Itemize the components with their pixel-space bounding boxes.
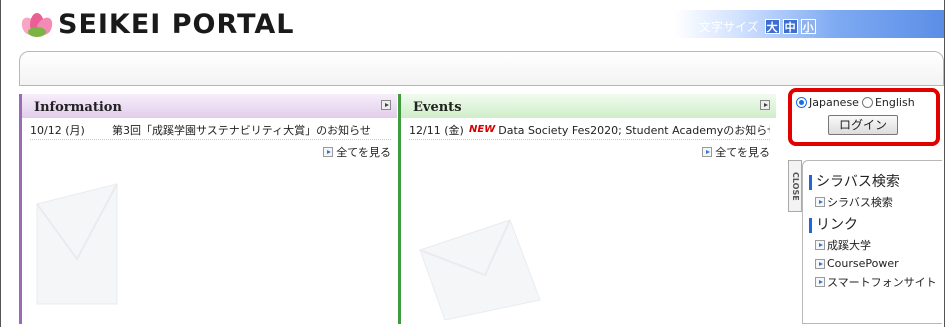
information-list-item[interactable]: 10/12 (月) 第3回「成蹊学園サステナビリティ大賞」のお知らせ <box>30 120 391 140</box>
header: SEIKEI PORTAL 文字サイズ 大 中 小 <box>2 0 944 45</box>
events-item-date: 12/11 (金) <box>409 123 464 137</box>
close-side-menu-tab[interactable]: CLOSE <box>788 160 802 212</box>
english-label[interactable]: English <box>875 96 915 109</box>
logo-text: SEIKEI PORTAL <box>58 9 295 40</box>
information-expand-icon[interactable] <box>381 100 391 110</box>
links-heading: リンク <box>809 218 942 233</box>
events-item-title[interactable]: Data Society Fes2020; Student Academyのお知… <box>498 122 770 138</box>
envelope-watermark-icon <box>36 183 118 305</box>
information-see-all-label: 全てを見る <box>336 146 391 159</box>
events-panel: Events 12/11 (金) NEW Data Society Fes202… <box>398 94 776 324</box>
events-expand-icon[interactable] <box>760 100 770 110</box>
information-title: Information <box>34 100 122 115</box>
seikei-university-link[interactable]: 成蹊大学 <box>815 237 942 253</box>
font-size-medium-button[interactable]: 中 <box>782 19 798 34</box>
english-radio[interactable] <box>861 97 873 108</box>
login-box: Japanese English ログイン <box>788 88 940 146</box>
login-button[interactable]: ログイン <box>828 115 898 135</box>
arrow-right-icon <box>815 258 825 269</box>
font-size-large-button[interactable]: 大 <box>764 19 780 34</box>
new-badge: NEW <box>469 124 496 135</box>
information-panel: Information 10/12 (月) 第3回「成蹊学園サステナビリティ大賞… <box>19 94 397 324</box>
arrow-right-icon <box>815 277 825 287</box>
events-list-item[interactable]: 12/11 (金) NEW Data Society Fes2020; Stud… <box>409 120 770 140</box>
navigation-bar <box>19 51 944 86</box>
flower-logo-icon <box>18 11 56 39</box>
syllabus-search-link-label: シラバス検索 <box>827 196 893 209</box>
events-panel-header: Events <box>401 94 776 118</box>
events-see-all-link[interactable]: 全てを見る <box>702 144 770 160</box>
information-panel-header: Information <box>22 94 397 118</box>
information-item-title[interactable]: 第3回「成蹊学園サステナビリティ大賞」のお知らせ <box>112 122 371 138</box>
information-item-date: 10/12 (月) <box>30 123 85 137</box>
seikei-university-link-label: 成蹊大学 <box>827 239 871 252</box>
font-size-small-button[interactable]: 小 <box>800 19 816 34</box>
arrow-right-icon <box>323 147 334 157</box>
japanese-label[interactable]: Japanese <box>809 96 859 109</box>
events-see-all-label: 全てを見る <box>715 146 770 159</box>
information-see-all-link[interactable]: 全てを見る <box>323 144 391 160</box>
syllabus-search-heading: シラバス検索 <box>809 175 942 190</box>
coursepower-link-label: CoursePower <box>827 257 899 270</box>
close-label: CLOSE <box>791 171 800 201</box>
smartphone-site-link-label: スマートフォンサイト <box>827 276 937 289</box>
language-selector: Japanese English <box>792 92 936 109</box>
arrow-right-icon <box>815 240 825 250</box>
coursepower-link[interactable]: CoursePower <box>815 257 942 270</box>
japanese-radio[interactable] <box>796 97 807 108</box>
smartphone-site-link[interactable]: スマートフォンサイト <box>815 274 942 290</box>
font-size-switcher: 文字サイズ 大 中 小 <box>699 18 816 35</box>
logo[interactable]: SEIKEI PORTAL <box>18 9 295 40</box>
arrow-right-icon <box>702 147 713 157</box>
envelope-watermark-icon <box>419 219 541 320</box>
portal-page: SEIKEI PORTAL 文字サイズ 大 中 小 Information 10… <box>0 0 945 327</box>
side-menu: シラバス検索 シラバス検索 リンク 成蹊大学 CoursePower スマートフ… <box>802 160 942 324</box>
arrow-right-icon <box>815 197 825 207</box>
font-size-label: 文字サイズ <box>699 20 759 34</box>
syllabus-search-link[interactable]: シラバス検索 <box>815 194 942 210</box>
events-title: Events <box>413 100 462 115</box>
